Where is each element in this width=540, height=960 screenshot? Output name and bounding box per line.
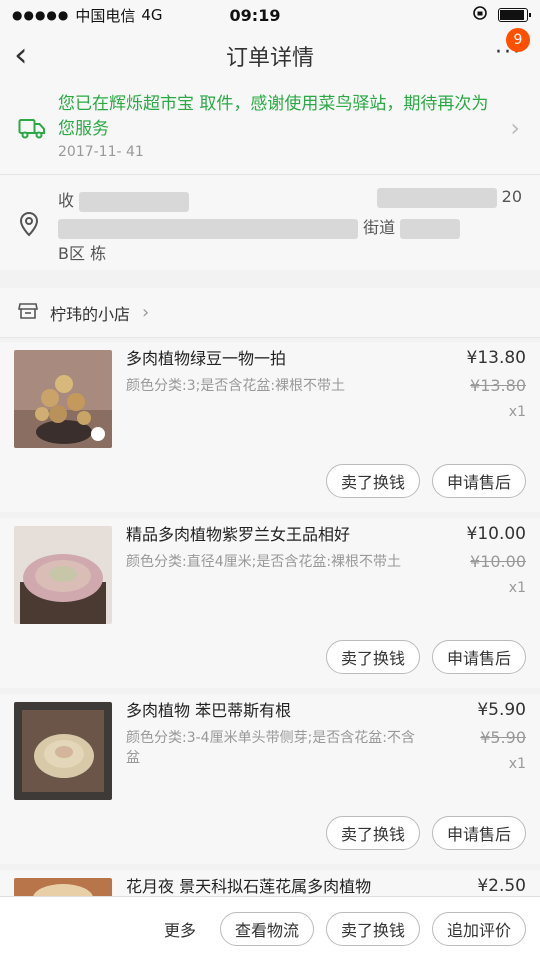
blurred-name xyxy=(79,191,190,212)
sell-button[interactable]: 卖了换钱 xyxy=(325,816,420,850)
product-price: ¥13.80 xyxy=(466,348,526,368)
address-section: 收 20 街道 B区 栋 xyxy=(0,174,540,270)
chevron-right-icon: › xyxy=(510,114,520,142)
battery-icon xyxy=(498,8,531,22)
orientation-lock-icon xyxy=(472,5,488,25)
logistics-message: 您已在辉烁超市宝 取件，感谢使用菜鸟驿站，期待再次为您服务 xyxy=(58,94,489,139)
product-price: ¥10.00 xyxy=(466,524,526,544)
product-price: ¥2.50 xyxy=(477,876,526,896)
after-sale-button[interactable]: 申请售后 xyxy=(431,464,526,498)
truck-icon xyxy=(18,116,46,144)
logistics-section[interactable]: 您已在辉烁超市宝 取件，感谢使用菜鸟驿站，期待再次为您服务 2017-11- 4… xyxy=(0,82,540,174)
after-sale-button[interactable]: 申请售后 xyxy=(431,816,526,850)
product-price: ¥5.90 xyxy=(477,700,526,720)
product-spec: 颜色分类:直径4厘米;是否含花盆:裸根不带土 xyxy=(126,554,402,570)
product-image xyxy=(14,350,112,448)
item-actions: 卖了换钱 申请售后 xyxy=(325,464,526,498)
blurred-phone xyxy=(376,187,497,208)
address-building: B区 栋 xyxy=(58,244,107,263)
item-actions: 卖了换钱 申请售后 xyxy=(325,640,526,674)
product-name: 多肉植物绿豆一物一拍 xyxy=(126,349,287,368)
order-item[interactable]: 精品多肉植物紫罗兰女王品相好 颜色分类:直径4厘米;是否含花盆:裸根不带土 ¥1… xyxy=(0,518,540,688)
chevron-right-icon: › xyxy=(142,302,150,323)
product-original-price: ¥5.90 xyxy=(480,728,526,747)
page-title: 订单详情 xyxy=(225,46,314,71)
address-detail: 街道 B区 栋 xyxy=(58,215,518,267)
status-time: 09:19 xyxy=(229,5,281,25)
product-name: 精品多肉植物紫罗兰女王品相好 xyxy=(126,525,351,544)
product-quantity: x1 xyxy=(508,756,526,772)
more-link[interactable]: 更多 xyxy=(164,917,196,941)
back-icon[interactable]: ‹ xyxy=(14,38,28,72)
network-label: 4G xyxy=(141,6,163,24)
product-image xyxy=(14,702,112,800)
item-actions: 卖了换钱 申请售后 xyxy=(325,816,526,850)
bottom-action-bar: 更多 查看物流 卖了换钱 追加评价 xyxy=(0,896,540,960)
phone-tail: 20 xyxy=(501,187,522,206)
product-quantity: x1 xyxy=(508,580,526,596)
blurred-address-tail xyxy=(400,218,461,239)
location-pin-icon xyxy=(18,211,40,241)
logistics-date: 2017-11- 41 xyxy=(58,144,144,160)
notification-badge: 9 xyxy=(506,28,530,52)
product-image xyxy=(14,526,112,624)
view-logistics-button[interactable]: 查看物流 xyxy=(219,911,314,946)
shop-header[interactable]: 柠玮的小店 › xyxy=(0,288,540,338)
status-bar: ●●●●● 中国电信 4G 09:19 xyxy=(0,0,540,30)
store-icon xyxy=(18,302,38,324)
receiver-prefix: 收 xyxy=(58,191,75,210)
carrier-label: 中国电信 xyxy=(75,6,136,25)
signal-icon: ●●●●● xyxy=(12,8,70,22)
product-name: 多肉植物 苯巴蒂斯有根 xyxy=(126,701,292,720)
sell-button[interactable]: 卖了换钱 xyxy=(325,464,420,498)
product-spec: 颜色分类:3;是否含花盆:裸根不带土 xyxy=(126,378,346,394)
sell-button[interactable]: 卖了换钱 xyxy=(325,911,420,946)
receiver-line: 收 xyxy=(58,187,190,212)
product-original-price: ¥13.80 xyxy=(470,376,526,395)
nav-bar: ‹ 订单详情 ··· 9 xyxy=(0,28,540,82)
add-review-button[interactable]: 追加评价 xyxy=(431,911,526,946)
address-street: 街道 xyxy=(363,218,396,237)
after-sale-button[interactable]: 申请售后 xyxy=(431,640,526,674)
product-spec: 颜色分类:3-4厘米单头带侧芽;是否含花盆:不含盆 xyxy=(126,730,416,766)
sell-button[interactable]: 卖了换钱 xyxy=(325,640,420,674)
shop-name: 柠玮的小店 xyxy=(50,304,131,324)
blurred-address xyxy=(58,218,358,239)
product-original-price: ¥10.00 xyxy=(470,552,526,571)
product-quantity: x1 xyxy=(508,404,526,420)
order-item[interactable]: 多肉植物 苯巴蒂斯有根 颜色分类:3-4厘米单头带侧芽;是否含花盆:不含盆 ¥5… xyxy=(0,694,540,864)
order-item[interactable]: 多肉植物绿豆一物一拍 颜色分类:3;是否含花盆:裸根不带土 ¥13.80 ¥13… xyxy=(0,342,540,512)
receiver-phone: 20 xyxy=(376,187,522,208)
product-name: 花月夜 景天科拟石莲花属多肉植物 xyxy=(126,877,372,896)
